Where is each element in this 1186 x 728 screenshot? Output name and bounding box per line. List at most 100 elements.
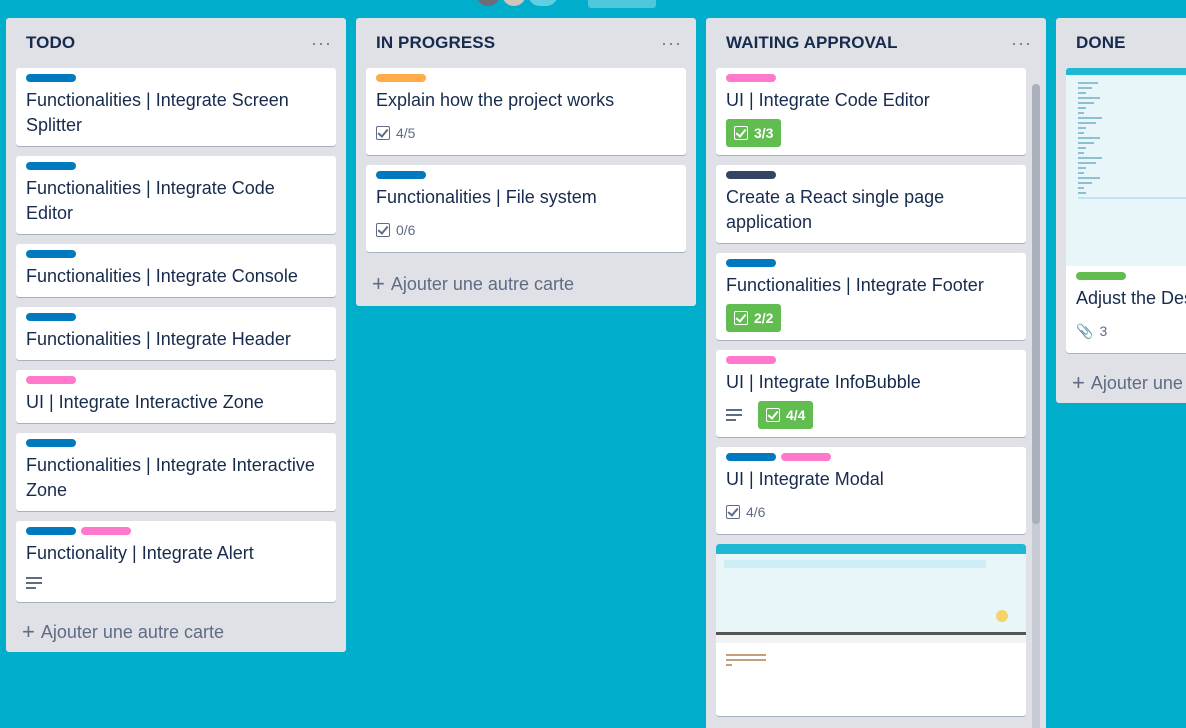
header-button[interactable] xyxy=(588,0,656,8)
checklist-count: 4/4 xyxy=(786,407,806,423)
add-card-button[interactable]: + Ajouter une autre carte xyxy=(356,262,696,306)
card[interactable]: Create a React single page application xyxy=(716,165,1026,243)
checklist-count: 3/3 xyxy=(754,125,774,141)
checklist-badge: 2/2 xyxy=(726,304,782,332)
checklist-icon xyxy=(734,126,748,140)
card[interactable]: Functionalities | Integrate Console xyxy=(16,244,336,297)
card-title: Functionalities | Integrate Header xyxy=(26,329,291,349)
checklist-icon xyxy=(376,223,390,237)
card[interactable]: UI | Integrate Modal 4/6 xyxy=(716,447,1026,534)
card-title: Create a React single page application xyxy=(726,187,945,232)
avatar[interactable] xyxy=(476,0,500,6)
checklist-badge: 0/6 xyxy=(376,222,415,238)
card[interactable]: UI | Integrate Interactive Zone xyxy=(16,370,336,423)
label-pink[interactable] xyxy=(726,356,776,364)
label-blue[interactable] xyxy=(26,250,76,258)
avatar[interactable] xyxy=(528,0,558,6)
checklist-badge: 3/3 xyxy=(726,119,782,147)
card[interactable]: Functionalities | Integrate Interactive … xyxy=(16,433,336,511)
label-blue[interactable] xyxy=(26,527,76,535)
label-blue[interactable] xyxy=(26,162,76,170)
checklist-badge: 4/5 xyxy=(376,125,415,141)
list-scrollbar[interactable] xyxy=(1032,84,1040,728)
cover-image xyxy=(716,544,1026,716)
plus-icon: + xyxy=(1072,370,1085,395)
plus-icon: + xyxy=(22,619,35,644)
list-title[interactable]: WAITING APPROVAL xyxy=(726,33,898,53)
list-title[interactable]: DONE xyxy=(1076,33,1126,53)
list-title[interactable]: IN PROGRESS xyxy=(376,33,495,53)
card[interactable]: Functionalities | File system 0/6 xyxy=(366,165,686,252)
card-title: Functionalities | Integrate Console xyxy=(26,266,298,286)
board: TODO ··· Functionalities | Integrate Scr… xyxy=(0,0,1186,728)
checklist-icon xyxy=(376,126,390,140)
card[interactable]: Adjust the Des 📎 3 xyxy=(1066,68,1186,353)
card[interactable]: Functionalities | Integrate Code Editor xyxy=(16,156,336,234)
cover-image xyxy=(1066,68,1186,266)
label-orange[interactable] xyxy=(376,74,426,82)
label-blue[interactable] xyxy=(726,453,776,461)
label-blue[interactable] xyxy=(376,171,426,179)
card-title: UI | Integrate Code Editor xyxy=(726,90,930,110)
checklist-badge: 4/6 xyxy=(726,504,765,520)
label-pink[interactable] xyxy=(81,527,131,535)
checklist-icon xyxy=(734,311,748,325)
card-title: Functionalities | Integrate Code Editor xyxy=(26,178,275,223)
list-done: DONE Adjust the Des 📎 3 + Ajouter une xyxy=(1056,18,1186,403)
list-todo: TODO ··· Functionalities | Integrate Scr… xyxy=(6,18,346,652)
list-in-progress: IN PROGRESS ··· Explain how the project … xyxy=(356,18,696,306)
card-title: Functionalities | File system xyxy=(376,187,597,207)
label-pink[interactable] xyxy=(726,74,776,82)
list-menu-icon[interactable]: ··· xyxy=(661,34,682,52)
checklist-count: 4/6 xyxy=(746,504,766,520)
card-image-cover[interactable] xyxy=(716,544,1026,716)
add-card-label: Ajouter une autre carte xyxy=(390,273,574,294)
label-blue[interactable] xyxy=(26,74,76,82)
card-title: UI | Integrate Modal xyxy=(726,469,884,489)
checklist-count: 2/2 xyxy=(754,310,774,326)
list-header[interactable]: WAITING APPROVAL ··· xyxy=(706,18,1046,68)
list-waiting-approval: WAITING APPROVAL ··· UI | Integrate Code… xyxy=(706,18,1046,728)
card-title: UI | Integrate Interactive Zone xyxy=(26,392,264,412)
list-header[interactable]: IN PROGRESS ··· xyxy=(356,18,696,68)
card[interactable]: UI | Integrate Code Editor 3/3 xyxy=(716,68,1026,155)
board-members xyxy=(476,0,560,6)
card[interactable]: Functionalities | Integrate Header xyxy=(16,307,336,360)
plus-icon: + xyxy=(372,271,385,296)
checklist-count: 4/5 xyxy=(396,125,416,141)
label-dark[interactable] xyxy=(726,171,776,179)
add-card-label: Ajouter une autre carte xyxy=(40,621,224,642)
card[interactable]: Functionalities | Integrate Footer 2/2 xyxy=(716,253,1026,340)
list-menu-icon[interactable]: ··· xyxy=(311,34,332,52)
checklist-icon xyxy=(726,505,740,519)
add-card-label: Ajouter une xyxy=(1090,372,1183,393)
card-title: Functionalities | Integrate Screen Split… xyxy=(26,90,289,135)
card[interactable]: Functionalities | Integrate Screen Split… xyxy=(16,68,336,146)
checklist-badge: 4/4 xyxy=(758,401,814,429)
label-green[interactable] xyxy=(1076,272,1126,280)
label-blue[interactable] xyxy=(26,313,76,321)
description-icon xyxy=(26,577,42,589)
attachment-badge: 📎 3 xyxy=(1076,323,1107,340)
avatar[interactable] xyxy=(502,0,526,6)
card[interactable]: Functionality | Integrate Alert xyxy=(16,521,336,602)
attachment-count: 3 xyxy=(1099,323,1108,339)
card[interactable]: UI | Integrate InfoBubble 4/4 xyxy=(716,350,1026,437)
card[interactable]: Explain how the project works 4/5 xyxy=(366,68,686,155)
list-title[interactable]: TODO xyxy=(26,33,75,53)
label-pink[interactable] xyxy=(26,376,76,384)
label-blue[interactable] xyxy=(26,439,76,447)
label-blue[interactable] xyxy=(726,259,776,267)
add-card-button[interactable]: + Ajouter une xyxy=(1056,363,1186,403)
card-title: Functionalities | Integrate Interactive … xyxy=(26,455,315,500)
card-title: Explain how the project works xyxy=(376,90,615,110)
card-title: Functionality | Integrate Alert xyxy=(26,543,254,563)
checklist-count: 0/6 xyxy=(396,222,416,238)
list-header[interactable]: TODO ··· xyxy=(6,18,346,68)
scrollbar-thumb[interactable] xyxy=(1032,84,1040,524)
add-card-button[interactable]: + Ajouter une autre carte xyxy=(6,612,346,652)
list-header[interactable]: DONE xyxy=(1056,18,1186,68)
list-menu-icon[interactable]: ··· xyxy=(1011,34,1032,52)
label-pink[interactable] xyxy=(781,453,831,461)
paperclip-icon: 📎 xyxy=(1076,322,1094,339)
